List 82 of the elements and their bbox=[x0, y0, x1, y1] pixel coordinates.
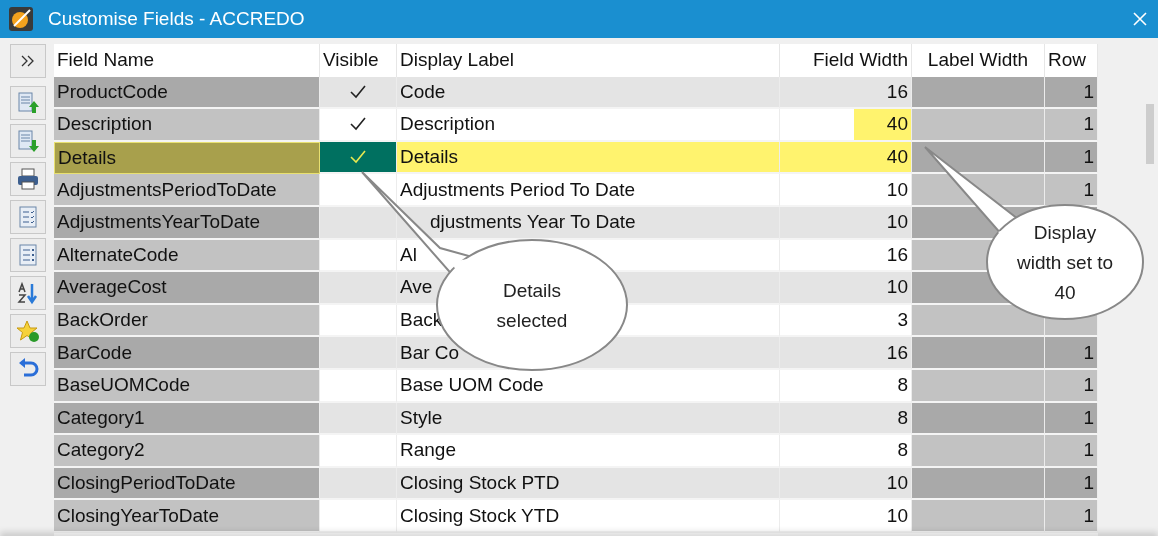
checkbox-cell[interactable] bbox=[320, 369, 397, 403]
table-cell: 1 bbox=[1045, 337, 1098, 370]
table-cell: ClosingPeriodToDate bbox=[54, 467, 320, 501]
table-cell: Closing Stock YTD bbox=[397, 500, 780, 533]
column-header[interactable]: Visible bbox=[320, 44, 397, 77]
table-cell: ProductCode bbox=[54, 76, 320, 110]
checkbox-cell[interactable] bbox=[320, 206, 397, 240]
toolbar-button[interactable] bbox=[10, 276, 46, 310]
toolbar-button[interactable] bbox=[10, 86, 46, 120]
table-cell: 1 bbox=[1045, 369, 1098, 403]
cell-value: 8 bbox=[896, 405, 909, 430]
check-icon bbox=[349, 83, 367, 100]
table-cell: Details bbox=[397, 141, 780, 175]
table-cell: Description bbox=[397, 109, 780, 142]
cell-value: 16 bbox=[885, 242, 909, 267]
toolbar-button[interactable] bbox=[10, 352, 46, 386]
cell-value: 10 bbox=[885, 275, 909, 300]
table-cell: 1 bbox=[1045, 435, 1098, 468]
cell-value: 10 bbox=[885, 210, 909, 235]
checkbox-cell[interactable] bbox=[320, 272, 397, 305]
check-icon bbox=[349, 149, 367, 166]
move-down-icon bbox=[16, 129, 40, 153]
star-icon bbox=[16, 319, 40, 343]
table-cell: 1 bbox=[1045, 402, 1098, 436]
printer-icon bbox=[16, 167, 40, 191]
cell-value: 16 bbox=[885, 79, 909, 104]
checkbox-cell[interactable] bbox=[320, 304, 397, 338]
sort-icon bbox=[16, 281, 40, 305]
table-cell: Closing Stock PTD bbox=[397, 467, 780, 501]
move-up-icon bbox=[16, 91, 40, 115]
toolbar-button[interactable] bbox=[10, 124, 46, 158]
list-icon bbox=[16, 243, 40, 267]
table-cell: ClosingYearToDate bbox=[54, 500, 320, 533]
toolbar-button[interactable] bbox=[10, 314, 46, 348]
cell-value: 10 bbox=[885, 503, 909, 528]
checkbox-cell[interactable] bbox=[320, 500, 397, 533]
cell-value: 8 bbox=[896, 438, 909, 463]
table-cell: Adjustments Period To Date bbox=[397, 174, 780, 207]
close-icon[interactable] bbox=[1132, 11, 1148, 27]
table-cell: Code bbox=[397, 76, 780, 110]
table-cell: Description bbox=[54, 109, 320, 142]
cell-value: 16 bbox=[885, 340, 909, 365]
cell-value: 10 bbox=[885, 471, 909, 495]
checkbox-cell[interactable] bbox=[320, 402, 397, 436]
table-cell: djustments Year To Date bbox=[397, 206, 780, 240]
checklist-icon bbox=[16, 205, 40, 229]
checkbox-cell[interactable] bbox=[320, 337, 397, 370]
check-icon bbox=[349, 116, 367, 133]
table-cell: BackOrder bbox=[54, 304, 320, 338]
window-title: Customise Fields - ACCREDO bbox=[48, 8, 306, 30]
table-cell: BaseUOMCode bbox=[54, 369, 320, 403]
table-cell: BarCode bbox=[54, 337, 320, 370]
checkbox-cell[interactable] bbox=[320, 435, 397, 468]
cell-value: 8 bbox=[896, 373, 909, 398]
checkbox-cell[interactable] bbox=[320, 174, 397, 207]
table-cell: Category1 bbox=[54, 402, 320, 436]
toolbar-button[interactable] bbox=[10, 162, 46, 196]
table-cell: 1 bbox=[1045, 109, 1098, 142]
table-cell: Range bbox=[397, 435, 780, 468]
checkbox-cell[interactable] bbox=[320, 76, 397, 110]
table-cell: AverageCost bbox=[54, 272, 320, 305]
app-icon bbox=[8, 6, 34, 32]
checkbox-cell[interactable] bbox=[320, 109, 397, 142]
checkbox-cell[interactable] bbox=[320, 141, 397, 175]
callout-text: Display width set to 40 bbox=[1016, 222, 1114, 303]
table-cell: Base UOM Code bbox=[397, 369, 780, 403]
checkbox-cell[interactable] bbox=[320, 467, 397, 501]
cell-value: 10 bbox=[885, 177, 909, 202]
cell-value: 40 bbox=[854, 109, 911, 140]
table-cell: AdjustmentsPeriodToDate bbox=[54, 174, 320, 207]
table-cell: Details bbox=[54, 141, 320, 175]
table-cell: 1 bbox=[1045, 141, 1098, 175]
table-cell: Category2 bbox=[54, 435, 320, 468]
cell-value: 3 bbox=[896, 308, 909, 333]
table-cell: 1 bbox=[1045, 467, 1098, 501]
table-cell: Style bbox=[397, 402, 780, 436]
table-cell: AlternateCode bbox=[54, 239, 320, 273]
table-cell: AdjustmentsYearToDate bbox=[54, 206, 320, 240]
checkbox-cell[interactable] bbox=[320, 239, 397, 273]
table-cell: 1 bbox=[1045, 76, 1098, 110]
table-cell: 1 bbox=[1045, 500, 1098, 533]
table-cell: 1 bbox=[1045, 174, 1098, 207]
